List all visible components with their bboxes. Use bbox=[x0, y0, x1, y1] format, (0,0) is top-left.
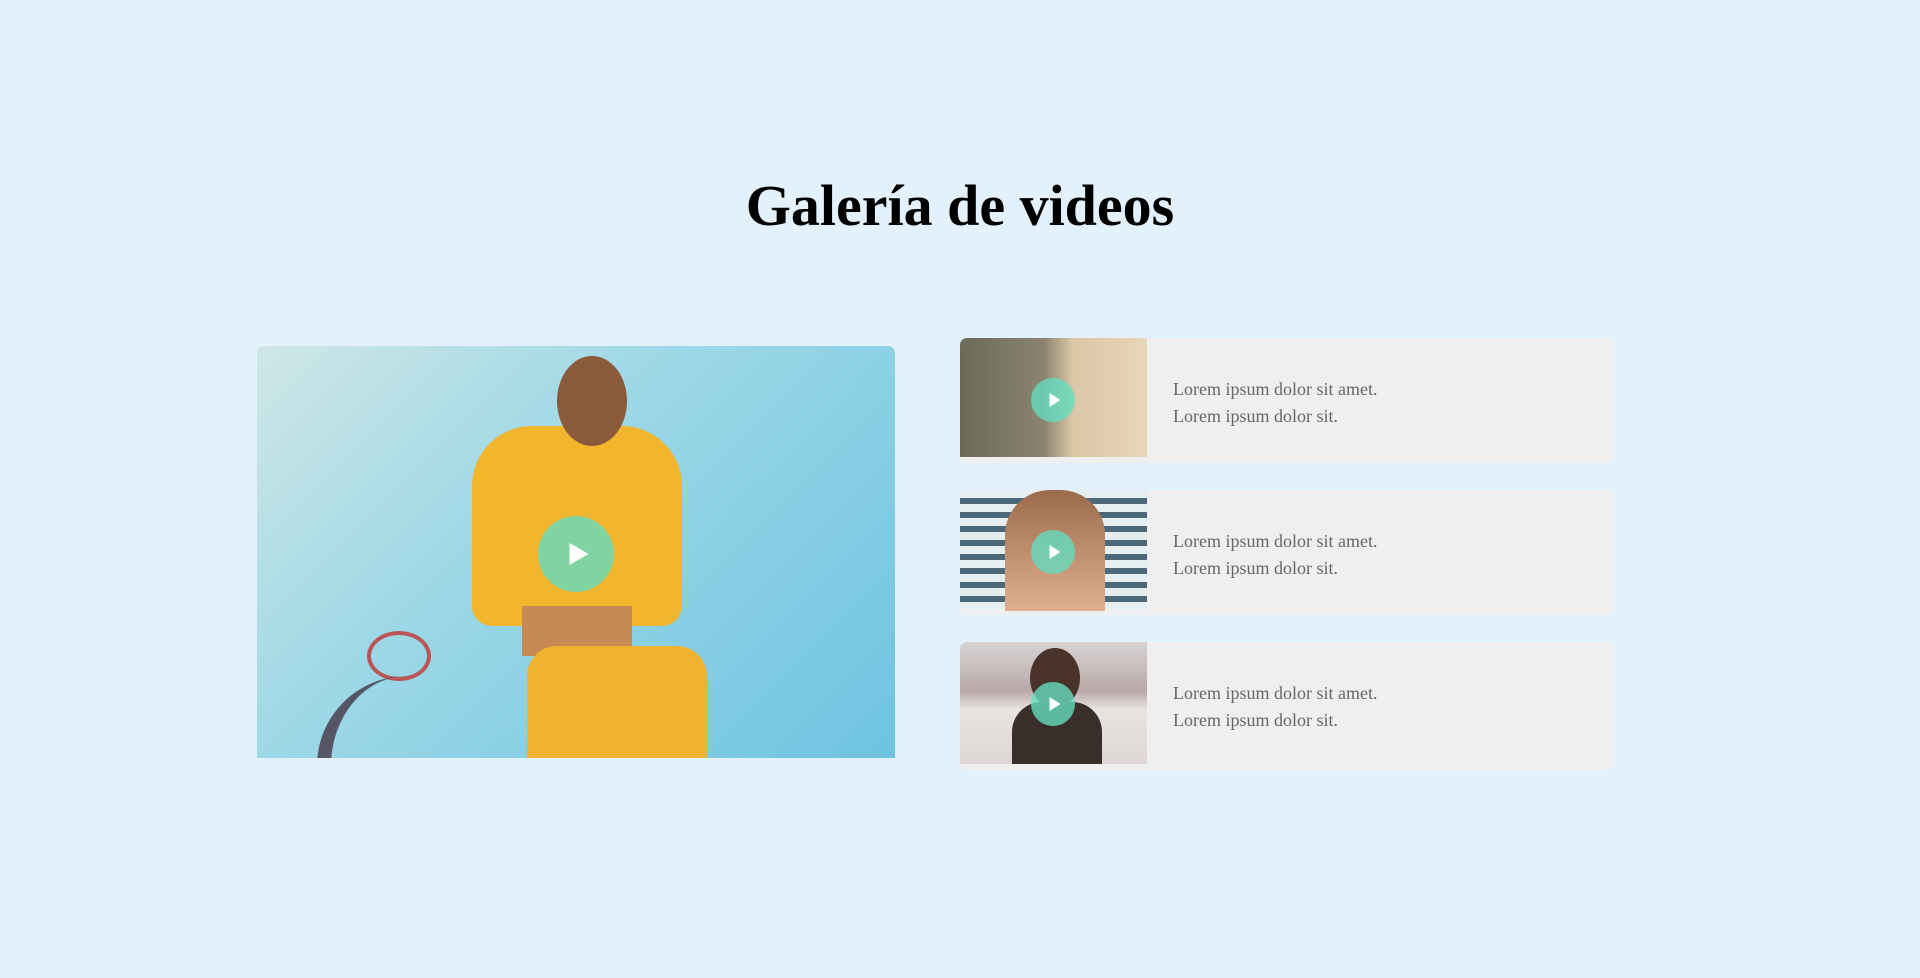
video-list-item[interactable]: Lorem ipsum dolor sit amet. Lorem ipsum … bbox=[960, 642, 1613, 770]
page-title: Galería de videos bbox=[745, 173, 1175, 238]
play-icon[interactable] bbox=[1031, 530, 1075, 574]
video-description-line: Lorem ipsum dolor sit amet. bbox=[1173, 531, 1378, 551]
play-icon[interactable] bbox=[1031, 682, 1075, 726]
video-description-line: Lorem ipsum dolor sit amet. bbox=[1173, 683, 1378, 703]
play-icon[interactable] bbox=[538, 516, 614, 592]
play-icon[interactable] bbox=[1031, 378, 1075, 422]
video-description-line: Lorem ipsum dolor sit. bbox=[1173, 406, 1338, 426]
video-description-line: Lorem ipsum dolor sit. bbox=[1173, 710, 1338, 730]
main-video-player[interactable] bbox=[257, 346, 895, 758]
video-list-item[interactable]: Lorem ipsum dolor sit amet. Lorem ipsum … bbox=[960, 338, 1613, 463]
video-list-item[interactable]: Lorem ipsum dolor sit amet. Lorem ipsum … bbox=[960, 490, 1613, 615]
video-description-line: Lorem ipsum dolor sit. bbox=[1173, 558, 1338, 578]
video-description-line: Lorem ipsum dolor sit amet. bbox=[1173, 379, 1378, 399]
